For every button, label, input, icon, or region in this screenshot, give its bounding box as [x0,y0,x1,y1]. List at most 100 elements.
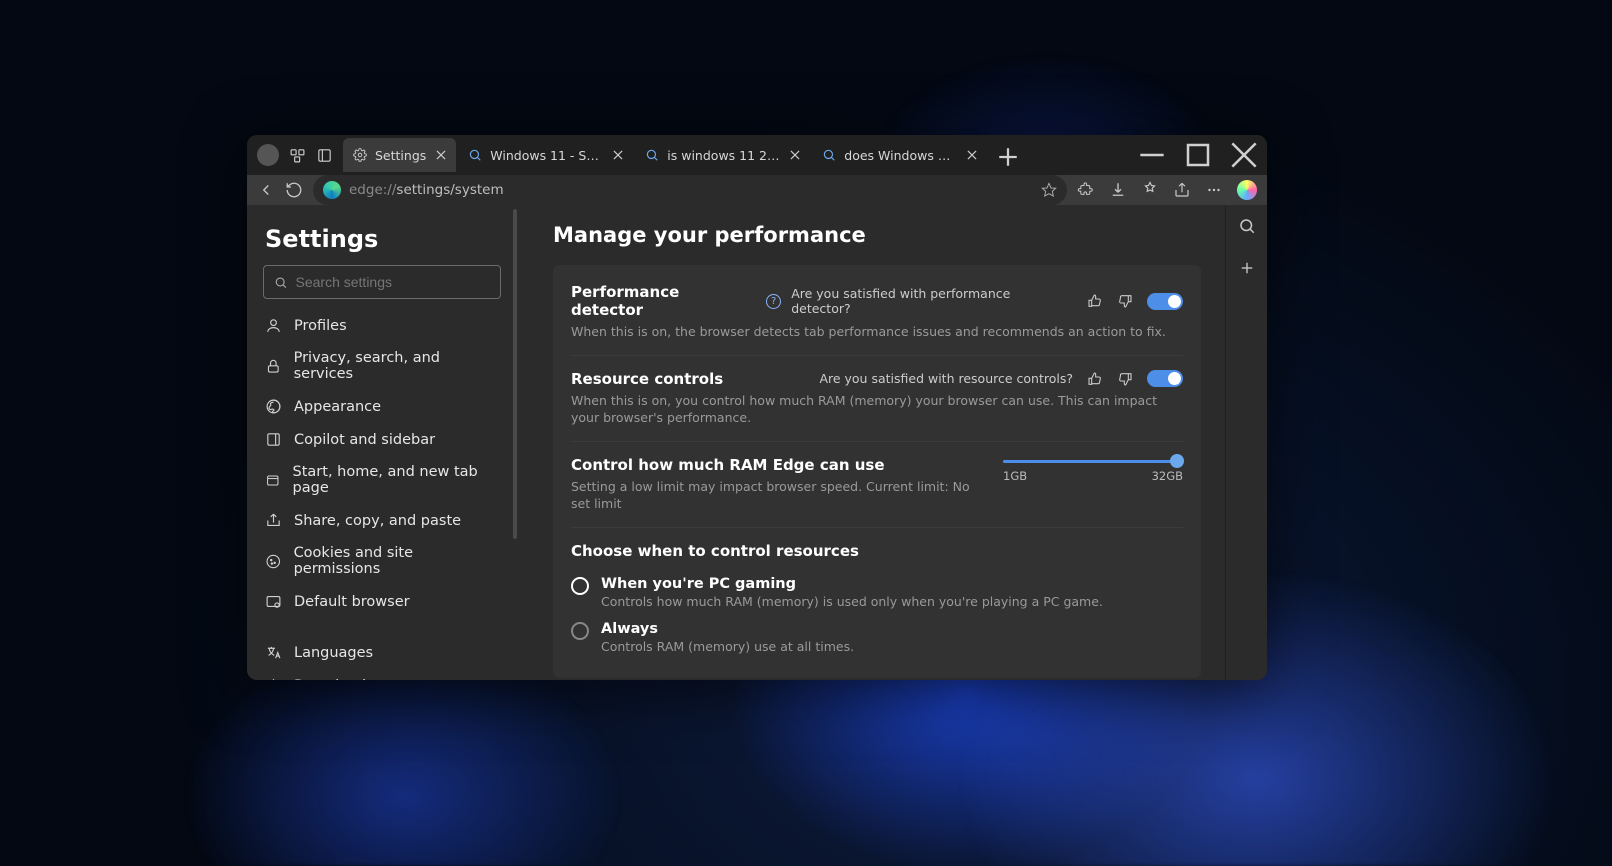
opt-always-title: Always [601,621,854,637]
thumbs-up-icon[interactable] [1087,293,1103,309]
vertical-sidebar [1225,205,1267,680]
thumbs-down-icon[interactable] [1117,371,1133,387]
search-panel-icon[interactable] [1238,217,1256,235]
nav-start[interactable]: Start, home, and new tab page [263,460,501,500]
tab-strip: Settings Windows 11 - Search is windows … [343,138,1023,172]
toolbar-right [1077,180,1257,200]
perf-detector-desc: When this is on, the browser detects tab… [571,323,1183,341]
search-settings-input[interactable] [263,265,501,299]
slider-track[interactable] [1003,460,1183,463]
resource-controls-title: Resource controls [571,370,723,388]
opt-gaming-desc: Controls how much RAM (memory) is used o… [601,594,1103,609]
close-icon[interactable] [434,148,448,162]
nav-copilot[interactable]: Copilot and sidebar [263,427,501,452]
nav-languages[interactable]: Languages [263,640,501,665]
browser-window: Settings Windows 11 - Search is windows … [247,135,1267,680]
content-area: Settings Profiles Privacy, search, and s… [247,205,1267,680]
tab-label: is windows 11 24h2 safe [667,148,780,163]
back-button[interactable] [257,181,275,199]
new-tab-button[interactable] [993,142,1023,172]
perf-detector-toggle[interactable] [1147,293,1183,310]
feedback-group: Are you satisfied with performance detec… [791,286,1183,316]
slider-min: 1GB [1003,469,1027,483]
cookie-icon [265,553,282,570]
perf-detector-title: Performance detector [571,283,756,319]
close-icon[interactable] [965,148,979,162]
search-icon [822,148,836,162]
nav-default-browser[interactable]: Default browser [263,589,501,614]
page-heading: Manage your performance [553,223,1201,247]
performance-card: Performance detector ? Are you satisfied… [553,265,1201,678]
tab-settings[interactable]: Settings [343,138,456,172]
browser-icon [265,593,282,610]
resource-controls-toggle[interactable] [1147,370,1183,387]
radio-always[interactable]: Always Controls RAM (memory) use at all … [571,617,1183,658]
thumbs-down-icon[interactable] [1117,293,1133,309]
resource-controls-desc: When this is on, you control how much RA… [571,392,1183,427]
perf-detector-section: Performance detector ? Are you satisfied… [571,283,1183,341]
edge-logo-icon [323,181,341,199]
thumbs-up-icon[interactable] [1087,371,1103,387]
nav-appearance[interactable]: Appearance [263,394,501,419]
address-bar[interactable]: edge://settings/system [313,175,1067,205]
share-icon[interactable] [1173,181,1191,199]
tab-label: does Windows 11 24H2 [844,148,957,163]
workspaces-icon[interactable] [289,147,306,164]
tab-search-3[interactable]: does Windows 11 24H2 [812,138,987,172]
tab-search-2[interactable]: is windows 11 24h2 safe [635,138,810,172]
search-icon [645,148,659,162]
feedback-question: Are you satisfied with resource controls… [819,371,1073,386]
download-icon [265,677,282,680]
radio-gaming[interactable]: When you're PC gaming Controls how much … [571,572,1183,613]
minimize-button[interactable] [1129,135,1175,175]
ram-slider[interactable]: 1GB 32GB [1003,456,1183,483]
share-icon [265,512,282,529]
nav-cookies[interactable]: Cookies and site permissions [263,541,501,581]
tab-label: Windows 11 - Search [490,148,603,163]
favorite-icon[interactable] [1041,182,1057,198]
url-text: edge://settings/system [349,182,504,198]
nav-downloads[interactable]: Downloads [263,673,501,680]
nav-list: Profiles Privacy, search, and services A… [263,313,501,680]
close-icon[interactable] [788,148,802,162]
close-icon[interactable] [611,148,625,162]
downloads-icon[interactable] [1109,181,1127,199]
feedback-group: Are you satisfied with resource controls… [819,370,1183,387]
radio-button[interactable] [571,577,589,595]
paint-icon [265,398,282,415]
window-controls [1129,135,1267,175]
language-icon [265,644,282,661]
ram-title: Control how much RAM Edge can use [571,456,983,474]
info-icon[interactable]: ? [766,294,781,309]
profile-avatar[interactable] [257,144,279,166]
settings-sidebar: Settings Profiles Privacy, search, and s… [247,205,517,680]
radio-button[interactable] [571,622,589,640]
copilot-icon[interactable] [1237,180,1257,200]
ram-desc: Setting a low limit may impact browser s… [571,478,983,513]
search-icon [274,275,288,290]
browser-essentials-icon[interactable] [1141,181,1159,199]
close-window-button[interactable] [1221,135,1267,175]
tab-search-1[interactable]: Windows 11 - Search [458,138,633,172]
more-menu-icon[interactable] [1205,181,1223,199]
extensions-icon[interactable] [1077,181,1095,199]
nav-privacy[interactable]: Privacy, search, and services [263,346,501,386]
tab-label: Settings [375,148,426,163]
maximize-button[interactable] [1175,135,1221,175]
gear-icon [353,148,367,162]
add-panel-icon[interactable] [1238,259,1256,277]
nav-share[interactable]: Share, copy, and paste [263,508,501,533]
person-icon [265,317,282,334]
tab-actions-icon[interactable] [316,147,333,164]
opt-always-desc: Controls RAM (memory) use at all times. [601,639,854,654]
choose-title: Choose when to control resources [571,542,1183,560]
search-field[interactable] [296,274,491,290]
refresh-button[interactable] [285,181,303,199]
tab-icon [265,472,281,489]
ram-section: Control how much RAM Edge can use Settin… [571,441,1183,513]
search-icon [468,148,482,162]
titlebar: Settings Windows 11 - Search is windows … [247,135,1267,175]
nav-profiles[interactable]: Profiles [263,313,501,338]
settings-main: Manage your performance Performance dete… [517,205,1225,680]
slider-labels: 1GB 32GB [1003,469,1183,483]
